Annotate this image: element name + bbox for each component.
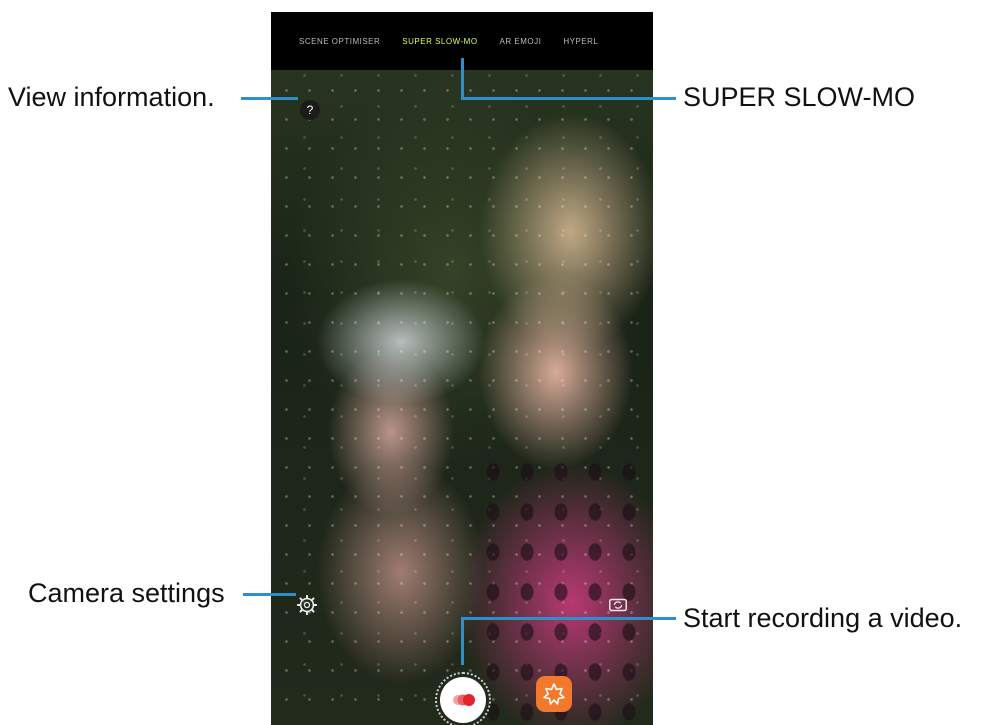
callout-line-settings bbox=[243, 593, 296, 596]
mode-super-slow-mo[interactable]: SUPER SLOW-MO bbox=[402, 37, 477, 46]
callout-line-mode-horizontal bbox=[461, 97, 676, 100]
callout-start-recording: Start recording a video. bbox=[683, 603, 963, 633]
question-icon[interactable]: ? bbox=[300, 100, 320, 120]
callout-camera-settings: Camera settings bbox=[28, 578, 225, 608]
gear-icon[interactable] bbox=[296, 594, 318, 616]
mode-hyperlapse[interactable]: HYPERL bbox=[563, 37, 598, 46]
callout-line-info bbox=[241, 97, 298, 100]
switch-camera-icon[interactable] bbox=[607, 595, 629, 615]
mode-ar-emoji[interactable]: AR EMOJI bbox=[500, 37, 542, 46]
callout-line-record-vertical bbox=[461, 617, 464, 665]
effects-button[interactable] bbox=[536, 676, 572, 712]
mode-scene-optimiser[interactable]: SCENE OPTIMISER bbox=[299, 37, 380, 46]
callout-line-record-horizontal bbox=[461, 617, 676, 620]
callout-view-information: View information. bbox=[8, 82, 215, 112]
callout-line-mode-vertical bbox=[461, 58, 464, 99]
callout-super-slow-mo: SUPER SLOW-MO bbox=[683, 82, 916, 112]
record-icon bbox=[453, 694, 475, 706]
effects-icon bbox=[543, 683, 565, 705]
